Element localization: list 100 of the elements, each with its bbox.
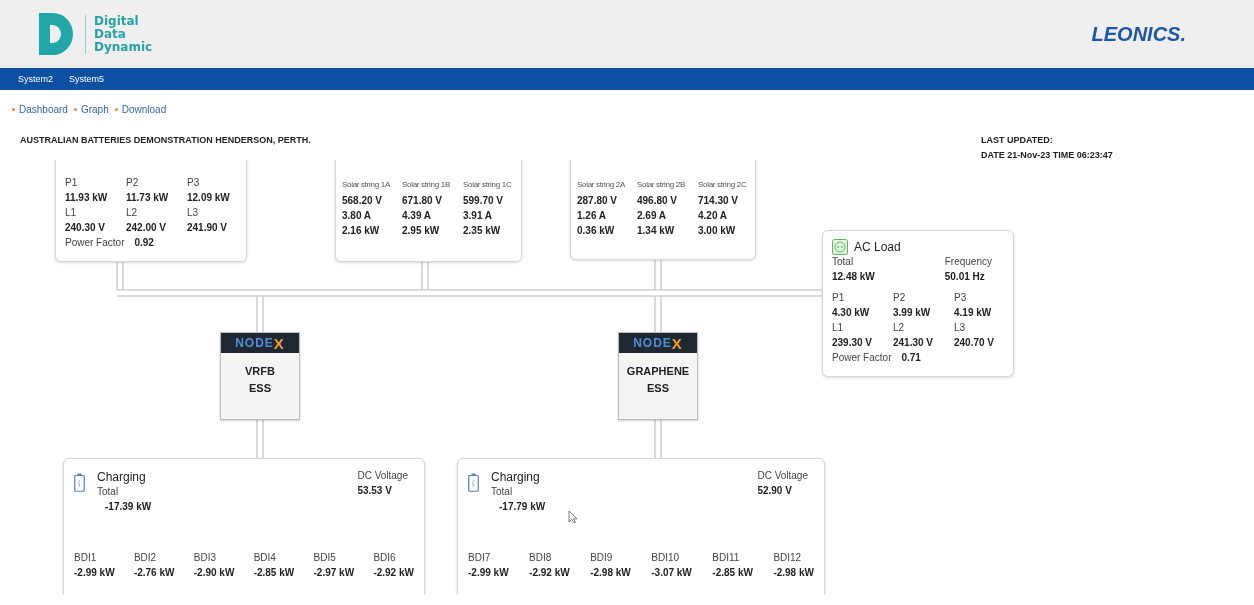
reading-value: 52.90 V xyxy=(757,484,793,498)
cursor-icon xyxy=(568,510,578,524)
reading-label: L3 xyxy=(954,321,967,335)
bdi-value: -2.76 kW xyxy=(133,566,175,580)
reading-label: L2 xyxy=(893,321,906,335)
reading-label: P2 xyxy=(893,291,907,305)
reading-value: 239.30 V xyxy=(832,336,874,350)
reading-value: 714.30 V xyxy=(698,194,740,208)
power-factor-label: Power Factor xyxy=(832,351,892,365)
page-link[interactable]: Dashboard xyxy=(19,103,68,115)
reading-value: 1.26 A xyxy=(577,209,608,223)
reading-value: 240.70 V xyxy=(954,336,996,350)
battery-icon xyxy=(74,473,85,492)
bdi-value: -2.85 kW xyxy=(712,566,753,580)
bdi-value: -2.99 kW xyxy=(468,566,509,580)
logo-text: Data xyxy=(94,27,126,41)
bdi-value: -3.07 kW xyxy=(651,566,692,580)
reading-value: 4.19 kW xyxy=(954,306,993,320)
string-label: Solar string 2C xyxy=(698,179,748,191)
bdi-label: BDI9 xyxy=(590,551,614,565)
node-logo: NODEX xyxy=(619,333,697,353)
nav-link[interactable]: System5 xyxy=(69,74,105,84)
reading-value: 599.70 V xyxy=(463,194,505,208)
bdi-value: -2.92 kW xyxy=(529,566,570,580)
bdi-label: BDI12 xyxy=(773,551,803,565)
reading-label: Total xyxy=(491,485,514,499)
bullet-icon xyxy=(12,107,15,111)
reading-value: -17.39 kW xyxy=(104,500,153,514)
page-link[interactable]: Download xyxy=(121,103,167,115)
reading-label: Total xyxy=(832,255,855,269)
bdi-value: -2.98 kW xyxy=(773,566,814,580)
bdi-value: -2.99 kW xyxy=(74,566,115,580)
bdi-value: -2.98 kW xyxy=(590,566,631,580)
reading-label: L2 xyxy=(126,206,139,220)
bdi-value: -2.97 kW xyxy=(313,566,355,580)
reading-value: 671.80 V xyxy=(402,194,444,208)
power-factor-value: 0.71 xyxy=(901,351,921,365)
last-updated-label: LAST UPDATED: xyxy=(981,135,1054,145)
reading-label: Frequency xyxy=(944,255,992,269)
reading-value: 568.20 V xyxy=(342,194,384,208)
bdi-label: BDI4 xyxy=(253,551,277,565)
reading-value: 11.93 kW xyxy=(65,191,109,205)
string-label: Solar string 2A xyxy=(577,179,626,191)
reading-value: 241.30 V xyxy=(893,336,935,350)
brand-logo: LEONICS. xyxy=(1091,22,1186,46)
reading-label: P3 xyxy=(187,176,201,190)
reading-value: 4.20 A xyxy=(698,209,729,223)
bdi-label: BDI2 xyxy=(133,551,158,565)
string-label: Solar string 1C xyxy=(463,179,513,191)
reading-value: 2.69 A xyxy=(637,209,668,223)
reading-label: DC Voltage xyxy=(757,469,808,483)
reading-value: 11.73 kW xyxy=(126,191,170,205)
reading-value: 4.30 kW xyxy=(832,306,871,320)
bdi-label: BDI10 xyxy=(651,551,681,565)
reading-label: P2 xyxy=(126,176,140,190)
bdi-value: -2.85 kW xyxy=(253,566,295,580)
reading-value: 0.36 kW xyxy=(577,224,616,238)
bdi-label: BDI8 xyxy=(529,551,553,565)
reading-label: P1 xyxy=(832,291,846,305)
bdi-label: BDI5 xyxy=(313,551,337,565)
last-updated-value: DATE 21-Nov-23 TIME 06:23:47 xyxy=(981,150,1114,160)
bdi-label: BDI7 xyxy=(468,551,492,565)
node-name: ESS xyxy=(647,381,669,396)
string-label: Solar string 1B xyxy=(402,179,451,191)
reading-label: L3 xyxy=(187,206,200,220)
string-label: Solar string 1A xyxy=(342,179,391,191)
logo-text: Dynamic xyxy=(94,40,153,54)
reading-value: 2.16 kW xyxy=(342,224,381,238)
reading-value: 3.99 kW xyxy=(893,306,932,320)
reading-label: L1 xyxy=(65,206,78,220)
bdi-label: BDI3 xyxy=(193,551,217,565)
reading-label: L1 xyxy=(832,321,845,335)
bdi-label: BDI6 xyxy=(373,551,397,565)
page-link[interactable]: Graph xyxy=(80,103,109,115)
reading-value: 496.80 V xyxy=(637,194,679,208)
reading-label: Total xyxy=(97,485,120,499)
reading-value: 3.80 A xyxy=(342,209,373,223)
outlet-icon xyxy=(832,239,848,255)
reading-value: 287.80 V xyxy=(577,194,619,208)
reading-value: 3.00 kW xyxy=(698,224,737,238)
string-label: Solar string 2B xyxy=(637,179,686,191)
bdi-label: BDI1 xyxy=(74,551,98,565)
reading-value: 242.00 V xyxy=(126,221,168,235)
reading-value: 12.09 kW xyxy=(187,191,231,205)
reading-label: P3 xyxy=(954,291,968,305)
battery-status: Charging xyxy=(491,469,541,485)
bdi-value: -2.90 kW xyxy=(193,566,235,580)
node-name: VRFB xyxy=(245,364,275,379)
bullet-icon xyxy=(73,107,77,111)
node-name: ESS xyxy=(249,381,271,396)
reading-value: 240.30 V xyxy=(65,221,107,235)
power-factor-value: 0.92 xyxy=(134,236,154,250)
logo-text: Digital xyxy=(94,14,140,28)
reading-value: 12.48 kW xyxy=(832,270,875,284)
bdi-value: -2.92 kW xyxy=(373,566,414,580)
reading-value: 53.53 V xyxy=(357,484,393,498)
nav-link[interactable]: System2 xyxy=(18,74,53,84)
card-title: AC Load xyxy=(854,240,901,254)
reading-value: 241.90 V xyxy=(187,221,229,235)
reading-value: 4.39 A xyxy=(402,209,433,223)
